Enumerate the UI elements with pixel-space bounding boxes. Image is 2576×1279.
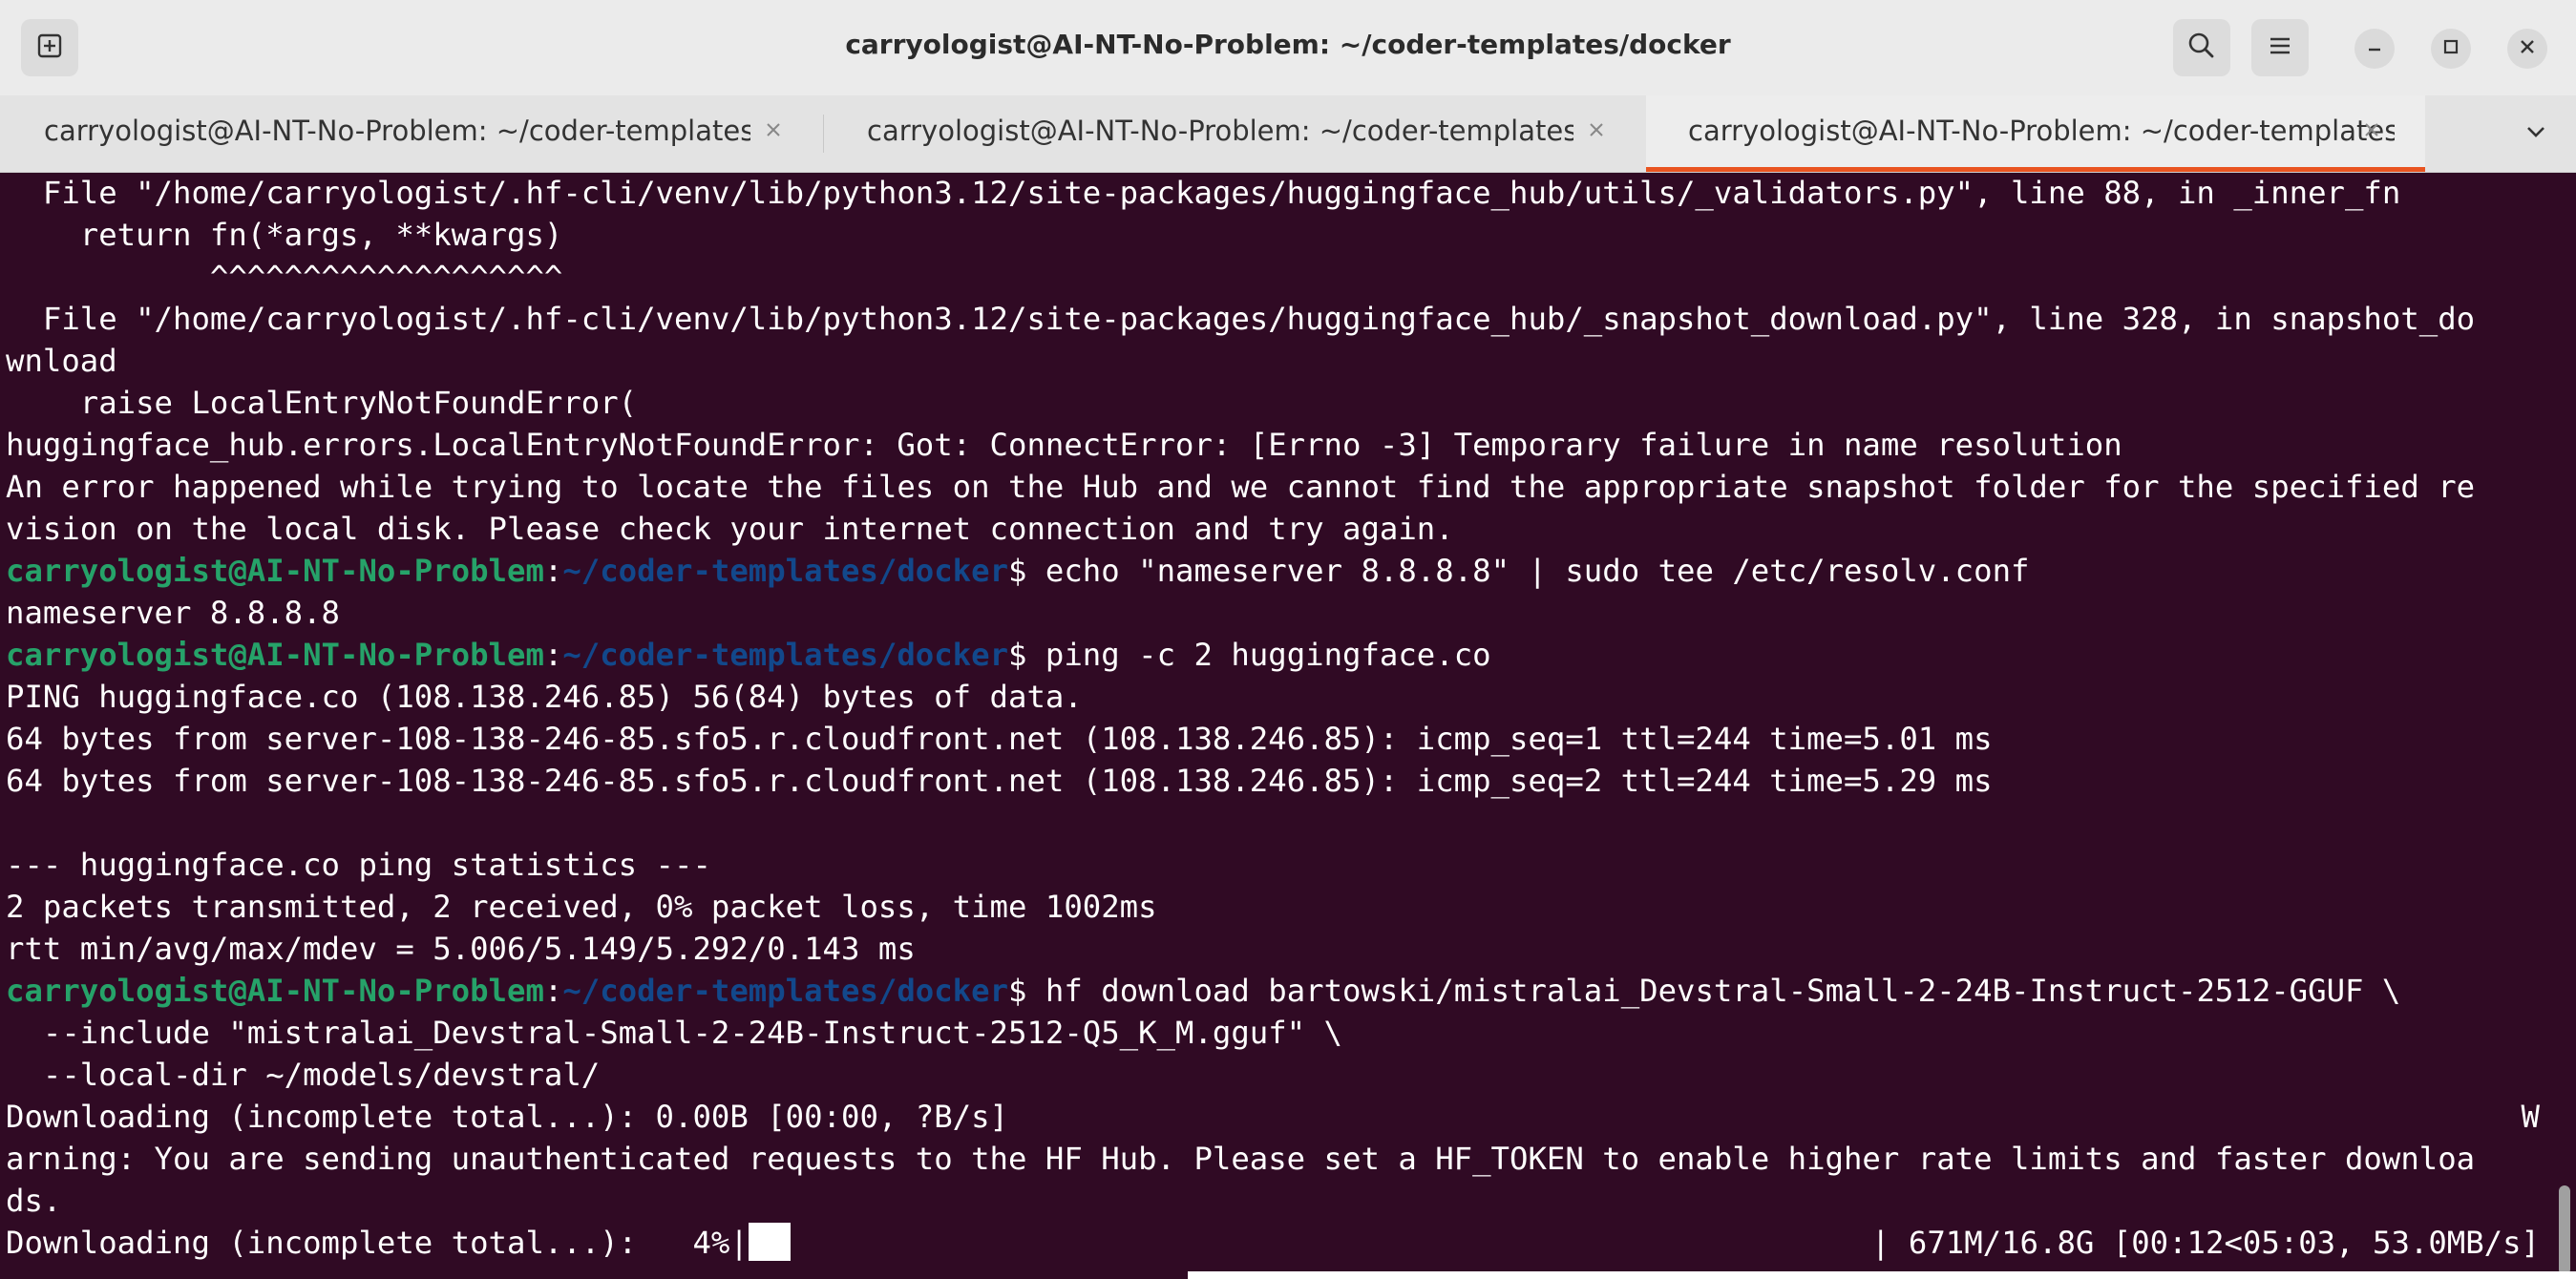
- tab-label: carryologist@AI-NT-No-Problem: ~/coder-t…: [44, 115, 750, 147]
- prompt-line: carryologist@AI-NT-No-Problem:~/coder-te…: [6, 550, 2549, 592]
- title-bar: carryologist@AI-NT-No-Problem: ~/coder-t…: [0, 0, 2576, 95]
- output-line: --- huggingface.co ping statistics ---: [6, 847, 711, 883]
- output-line: ^^^^^^^^^^^^^^^^^^^: [6, 259, 563, 295]
- download-status-line: Downloading (incomplete total...): 0.00B…: [6, 1096, 2549, 1138]
- progress-stats: | 671M/16.8G [00:12<05:03, 53.0MB/s]: [1871, 1225, 2540, 1261]
- tab-2[interactable]: carryologist@AI-NT-No-Problem: ~/coder-t…: [823, 95, 1644, 172]
- background-window-strip: [1188, 1271, 2576, 1279]
- chevron-down-icon: [2523, 119, 2548, 148]
- terminal-scrollbar[interactable]: [2559, 1185, 2570, 1275]
- search-button[interactable]: [2173, 19, 2230, 76]
- output-line: huggingface_hub.errors.LocalEntryNotFoun…: [6, 427, 2122, 463]
- close-icon: [765, 121, 782, 142]
- tab-bar: carryologist@AI-NT-No-Problem: ~/coder-t…: [0, 95, 2576, 173]
- prompt-user-host: carryologist@AI-NT-No-Problem: [6, 553, 544, 589]
- tab-label: carryologist@AI-NT-No-Problem: ~/coder-t…: [867, 115, 1573, 147]
- command-text: echo "nameserver 8.8.8.8" | sudo tee /et…: [1026, 553, 2030, 589]
- progress-label: Downloading (incomplete total...): 4%|: [6, 1225, 749, 1261]
- warning-line: arning: You are sending unauthenticated …: [6, 1141, 2476, 1177]
- output-line: 64 bytes from server-108-138-246-85.sfo5…: [6, 721, 1993, 757]
- output-line: nameserver 8.8.8.8: [6, 595, 340, 631]
- close-window-button[interactable]: [2507, 29, 2547, 69]
- output-line: --local-dir ~/models/devstral/: [6, 1057, 601, 1093]
- minimize-icon: [2365, 37, 2384, 60]
- prompt-symbol: $: [1008, 553, 1027, 589]
- prompt-user-host: carryologist@AI-NT-No-Problem: [6, 637, 544, 673]
- prompt-path: ~/coder-templates/docker: [562, 637, 1009, 673]
- tab-close-button[interactable]: [1577, 113, 1615, 151]
- prompt-line: carryologist@AI-NT-No-Problem:~/coder-te…: [6, 634, 2549, 676]
- download-progress-line: Downloading (incomplete total...): 4%| | …: [6, 1222, 2549, 1264]
- download-status-text: Downloading (incomplete total...): 0.00B…: [6, 1099, 1008, 1135]
- prompt-path: ~/coder-templates/docker: [562, 553, 1009, 589]
- minimize-button[interactable]: [2354, 29, 2395, 69]
- output-line: 2 packets transmitted, 2 received, 0% pa…: [6, 889, 1157, 925]
- tab-label: carryologist@AI-NT-No-Problem: ~/coder-t…: [1688, 115, 2395, 147]
- output-line: 64 bytes from server-108-138-246-85.sfo5…: [6, 763, 1993, 799]
- command-text: ping -c 2 huggingface.co: [1026, 637, 1491, 673]
- prompt-separator: :: [543, 553, 563, 589]
- tab-1[interactable]: carryologist@AI-NT-No-Problem: ~/coder-t…: [0, 95, 821, 172]
- output-line: vision on the local disk. Please check y…: [6, 511, 1454, 547]
- hamburger-menu-icon: [2266, 31, 2294, 64]
- prompt-symbol: $: [1008, 637, 1027, 673]
- output-line: PING huggingface.co (108.138.246.85) 56(…: [6, 679, 1083, 715]
- output-line: return fn(*args, **kwargs): [6, 217, 563, 253]
- terminal-output[interactable]: File "/home/carryologist/.hf-cli/venv/li…: [0, 172, 2549, 1279]
- tab-3-active[interactable]: carryologist@AI-NT-No-Problem: ~/coder-t…: [1646, 95, 2425, 172]
- output-line: wnload: [6, 343, 117, 379]
- output-line: rtt min/avg/max/mdev = 5.006/5.149/5.292…: [6, 931, 916, 967]
- output-line: An error happened while trying to locate…: [6, 469, 2476, 505]
- prompt-symbol: $: [1008, 973, 1027, 1009]
- close-icon: [1588, 121, 1605, 142]
- prompt-user-host: carryologist@AI-NT-No-Problem: [6, 973, 544, 1009]
- command-text: hf download bartowski/mistralai_Devstral…: [1026, 973, 2401, 1009]
- search-icon: [2186, 31, 2217, 65]
- prompt-separator: :: [543, 973, 563, 1009]
- tab-close-button[interactable]: [754, 113, 792, 151]
- output-line: File "/home/carryologist/.hf-cli/venv/li…: [6, 175, 2401, 211]
- terminal-window: carryologist@AI-NT-No-Problem: ~/coder-t…: [0, 0, 2576, 1279]
- tab-overflow-button[interactable]: [2515, 113, 2557, 155]
- menu-button[interactable]: [2251, 19, 2309, 76]
- output-line: raise LocalEntryNotFoundError(: [6, 385, 638, 421]
- tab-close-button[interactable]: [2353, 113, 2391, 151]
- warning-line: ds.: [6, 1183, 62, 1219]
- wrapped-warning-char: W: [2521, 1099, 2540, 1135]
- maximize-button[interactable]: [2431, 29, 2471, 69]
- output-line: File "/home/carryologist/.hf-cli/venv/li…: [6, 301, 2476, 337]
- prompt-separator: :: [543, 637, 563, 673]
- output-line: --include "mistralai_Devstral-Small-2-24…: [6, 1015, 1342, 1051]
- prompt-path: ~/coder-templates/docker: [562, 973, 1009, 1009]
- maximize-icon: [2441, 37, 2460, 60]
- close-icon: [2363, 121, 2380, 142]
- prompt-line: carryologist@AI-NT-No-Problem:~/coder-te…: [6, 970, 2549, 1012]
- close-icon: [2518, 37, 2537, 60]
- progress-bar-fill: [748, 1223, 791, 1261]
